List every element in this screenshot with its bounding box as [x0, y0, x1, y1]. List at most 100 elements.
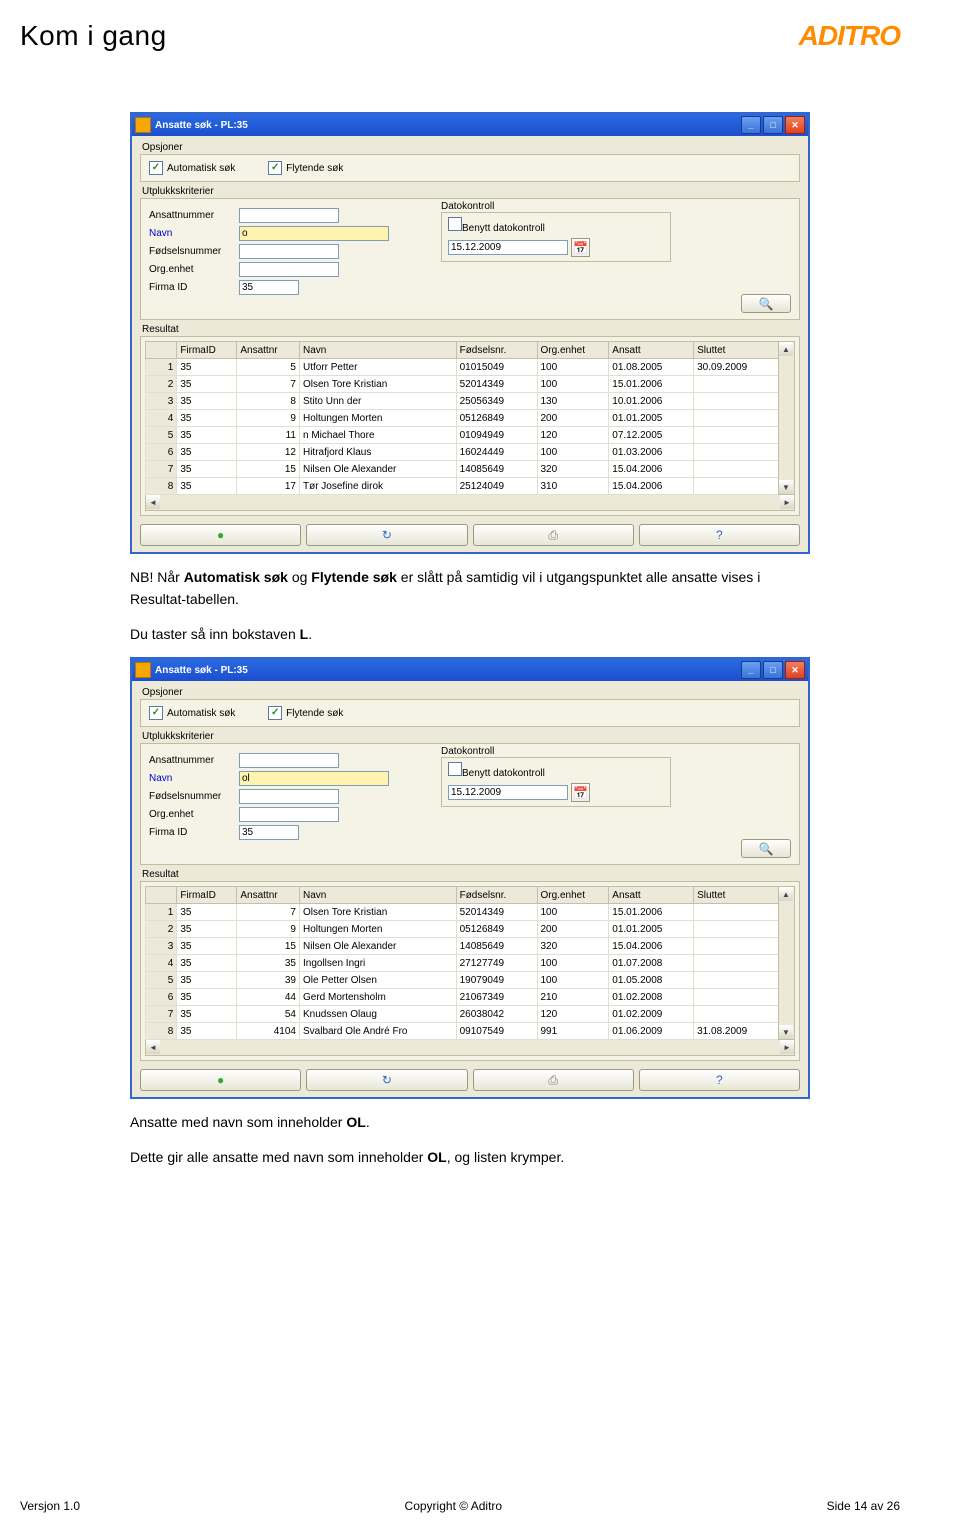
logo: ADITRO	[799, 20, 900, 52]
close-button[interactable]: ✕	[785, 116, 805, 134]
input-ansattnummer[interactable]	[239, 753, 339, 768]
calendar-icon: 📅	[573, 241, 588, 255]
label-ansattnummer: Ansattnummer	[149, 210, 239, 221]
checkbox-flytende-sok[interactable]: ✓Flytende søk	[268, 706, 343, 720]
section-label-resultat: Resultat	[142, 869, 800, 880]
input-firmaid[interactable]: 35	[239, 280, 299, 295]
group-utplukk: Ansattnummer Navno Fødselsnummer Org.enh…	[140, 198, 800, 320]
window-icon	[135, 117, 151, 133]
label-datokontroll: Datokontroll	[441, 746, 671, 757]
label-orgenhet: Org.enhet	[149, 809, 239, 820]
table-row[interactable]: 8354104Svalbard Ole André Fro09107549991…	[146, 1023, 779, 1040]
vertical-scrollbar[interactable]: ▲▼	[778, 341, 795, 495]
result-table[interactable]: FirmaIDAnsattnrNavnFødselsnr.Org.enhetAn…	[145, 341, 779, 495]
table-row[interactable]: 73554Knudssen Olaug2603804212001.02.2009	[146, 1006, 779, 1023]
label-navn: Navn	[149, 773, 239, 784]
help-button[interactable]: ?	[639, 524, 800, 546]
table-row[interactable]: 33515Nilsen Ole Alexander1408564932015.0…	[146, 938, 779, 955]
search-button[interactable]: 🔍	[741, 839, 791, 858]
checkbox-automatisk-sok[interactable]: ✓Automatisk søk	[149, 161, 235, 175]
table-row[interactable]: 63544Gerd Mortensholm2106734921001.02.20…	[146, 989, 779, 1006]
input-dato[interactable]: 15.12.2009	[448, 240, 568, 255]
titlebar: Ansatte søk - PL:35 _ □ ✕	[132, 659, 808, 681]
calendar-button[interactable]: 📅	[571, 238, 590, 257]
scroll-right-icon: ►	[780, 495, 794, 509]
check-icon: ●	[217, 528, 224, 542]
input-fodselsnummer[interactable]	[239, 244, 339, 259]
refresh-button[interactable]: ↻	[306, 524, 467, 546]
group-opsjoner: ✓Automatisk søk ✓Flytende søk	[140, 154, 800, 182]
ok-button[interactable]: ●	[140, 524, 301, 546]
print-button[interactable]: ⎙	[473, 1069, 634, 1091]
checkbox-automatisk-sok[interactable]: ✓Automatisk søk	[149, 706, 235, 720]
search-button[interactable]: 🔍	[741, 294, 791, 313]
result-table[interactable]: FirmaIDAnsattnrNavnFødselsnr.Org.enhetAn…	[145, 886, 779, 1040]
horizontal-scrollbar[interactable]: ◄►	[145, 1039, 795, 1056]
table-row[interactable]: 43535Ingollsen Ingri2712774910001.07.200…	[146, 955, 779, 972]
ok-button[interactable]: ●	[140, 1069, 301, 1091]
group-resultat: FirmaIDAnsattnrNavnFødselsnr.Org.enhetAn…	[140, 336, 800, 516]
refresh-button[interactable]: ↻	[306, 1069, 467, 1091]
input-navn[interactable]: ol	[239, 771, 389, 786]
help-button[interactable]: ?	[639, 1069, 800, 1091]
search-icon: 🔍	[759, 297, 774, 311]
paragraph-nb: NB! Når Automatisk søk og Flytende søk e…	[130, 566, 810, 611]
section-label-opsjoner: Opsjoner	[142, 687, 800, 698]
input-dato[interactable]: 15.12.2009	[448, 785, 568, 800]
input-firmaid[interactable]: 35	[239, 825, 299, 840]
table-row[interactable]: 1357Olsen Tore Kristian5201434910015.01.…	[146, 904, 779, 921]
section-label-utplukk: Utplukkskriterier	[142, 186, 800, 197]
footer-page: Side 14 av 26	[827, 1499, 900, 1513]
table-row[interactable]: 4359Holtungen Morten0512684920001.01.200…	[146, 410, 779, 427]
section-label-utplukk: Utplukkskriterier	[142, 731, 800, 742]
scroll-down-icon: ▼	[779, 1025, 793, 1039]
input-navn[interactable]: o	[239, 226, 389, 241]
table-row[interactable]: 53539Ole Petter Olsen1907904910001.05.20…	[146, 972, 779, 989]
input-orgenhet[interactable]	[239, 262, 339, 277]
help-icon: ?	[716, 1073, 723, 1087]
window-ansatte-sok-2: Ansatte søk - PL:35 _ □ ✕ Opsjoner ✓Auto…	[130, 657, 810, 1099]
table-row[interactable]: 63512Hitrafjord Klaus1602444910001.03.20…	[146, 444, 779, 461]
scroll-up-icon: ▲	[779, 342, 793, 356]
table-header-row: FirmaIDAnsattnrNavnFødselsnr.Org.enhetAn…	[146, 887, 779, 904]
table-row[interactable]: 1355Utforr Petter0101504910001.08.200530…	[146, 359, 779, 376]
group-resultat: FirmaIDAnsattnrNavnFødselsnr.Org.enhetAn…	[140, 881, 800, 1061]
minimize-button[interactable]: _	[741, 661, 761, 679]
table-row[interactable]: 2359Holtungen Morten0512684920001.01.200…	[146, 921, 779, 938]
section-label-opsjoner: Opsjoner	[142, 142, 800, 153]
help-icon: ?	[716, 528, 723, 542]
checkbox-benytt-datokontroll[interactable]: Benytt datokontroll	[448, 768, 545, 779]
page-footer: Versjon 1.0 Copyright © Aditro Side 14 a…	[0, 1499, 960, 1513]
vertical-scrollbar[interactable]: ▲▼	[778, 886, 795, 1040]
table-row[interactable]: 83517Tør Josefine dirok2512404931015.04.…	[146, 478, 779, 495]
checkbox-flytende-sok[interactable]: ✓Flytende søk	[268, 161, 343, 175]
print-button[interactable]: ⎙	[473, 524, 634, 546]
close-button[interactable]: ✕	[785, 661, 805, 679]
label-datokontroll: Datokontroll	[441, 201, 671, 212]
table-row[interactable]: 53511n Michael Thore0109494912007.12.200…	[146, 427, 779, 444]
table-row[interactable]: 3358Stito Unn der2505634913010.01.2006	[146, 393, 779, 410]
calendar-icon: 📅	[573, 786, 588, 800]
search-icon: 🔍	[759, 842, 774, 856]
horizontal-scrollbar[interactable]: ◄►	[145, 494, 795, 511]
table-header-row: FirmaIDAnsattnrNavnFødselsnr.Org.enhetAn…	[146, 342, 779, 359]
scroll-down-icon: ▼	[779, 480, 793, 494]
group-opsjoner: ✓Automatisk søk ✓Flytende søk	[140, 699, 800, 727]
paragraph-listen-krymper: Dette gir alle ansatte med navn som inne…	[130, 1146, 810, 1168]
calendar-button[interactable]: 📅	[571, 783, 590, 802]
table-row[interactable]: 73515Nilsen Ole Alexander1408564932015.0…	[146, 461, 779, 478]
input-orgenhet[interactable]	[239, 807, 339, 822]
maximize-button[interactable]: □	[763, 661, 783, 679]
group-utplukk: Ansattnummer Navnol Fødselsnummer Org.en…	[140, 743, 800, 865]
input-fodselsnummer[interactable]	[239, 789, 339, 804]
minimize-button[interactable]: _	[741, 116, 761, 134]
input-ansattnummer[interactable]	[239, 208, 339, 223]
table-row[interactable]: 2357Olsen Tore Kristian5201434910015.01.…	[146, 376, 779, 393]
checkbox-benytt-datokontroll[interactable]: Benytt datokontroll	[448, 223, 545, 234]
section-label-resultat: Resultat	[142, 324, 800, 335]
label-fodselsnummer: Fødselsnummer	[149, 791, 239, 802]
maximize-button[interactable]: □	[763, 116, 783, 134]
paragraph-ansatte-ol: Ansatte med navn som inneholder OL.	[130, 1111, 810, 1133]
footer-version: Versjon 1.0	[20, 1499, 80, 1513]
label-fodselsnummer: Fødselsnummer	[149, 246, 239, 257]
